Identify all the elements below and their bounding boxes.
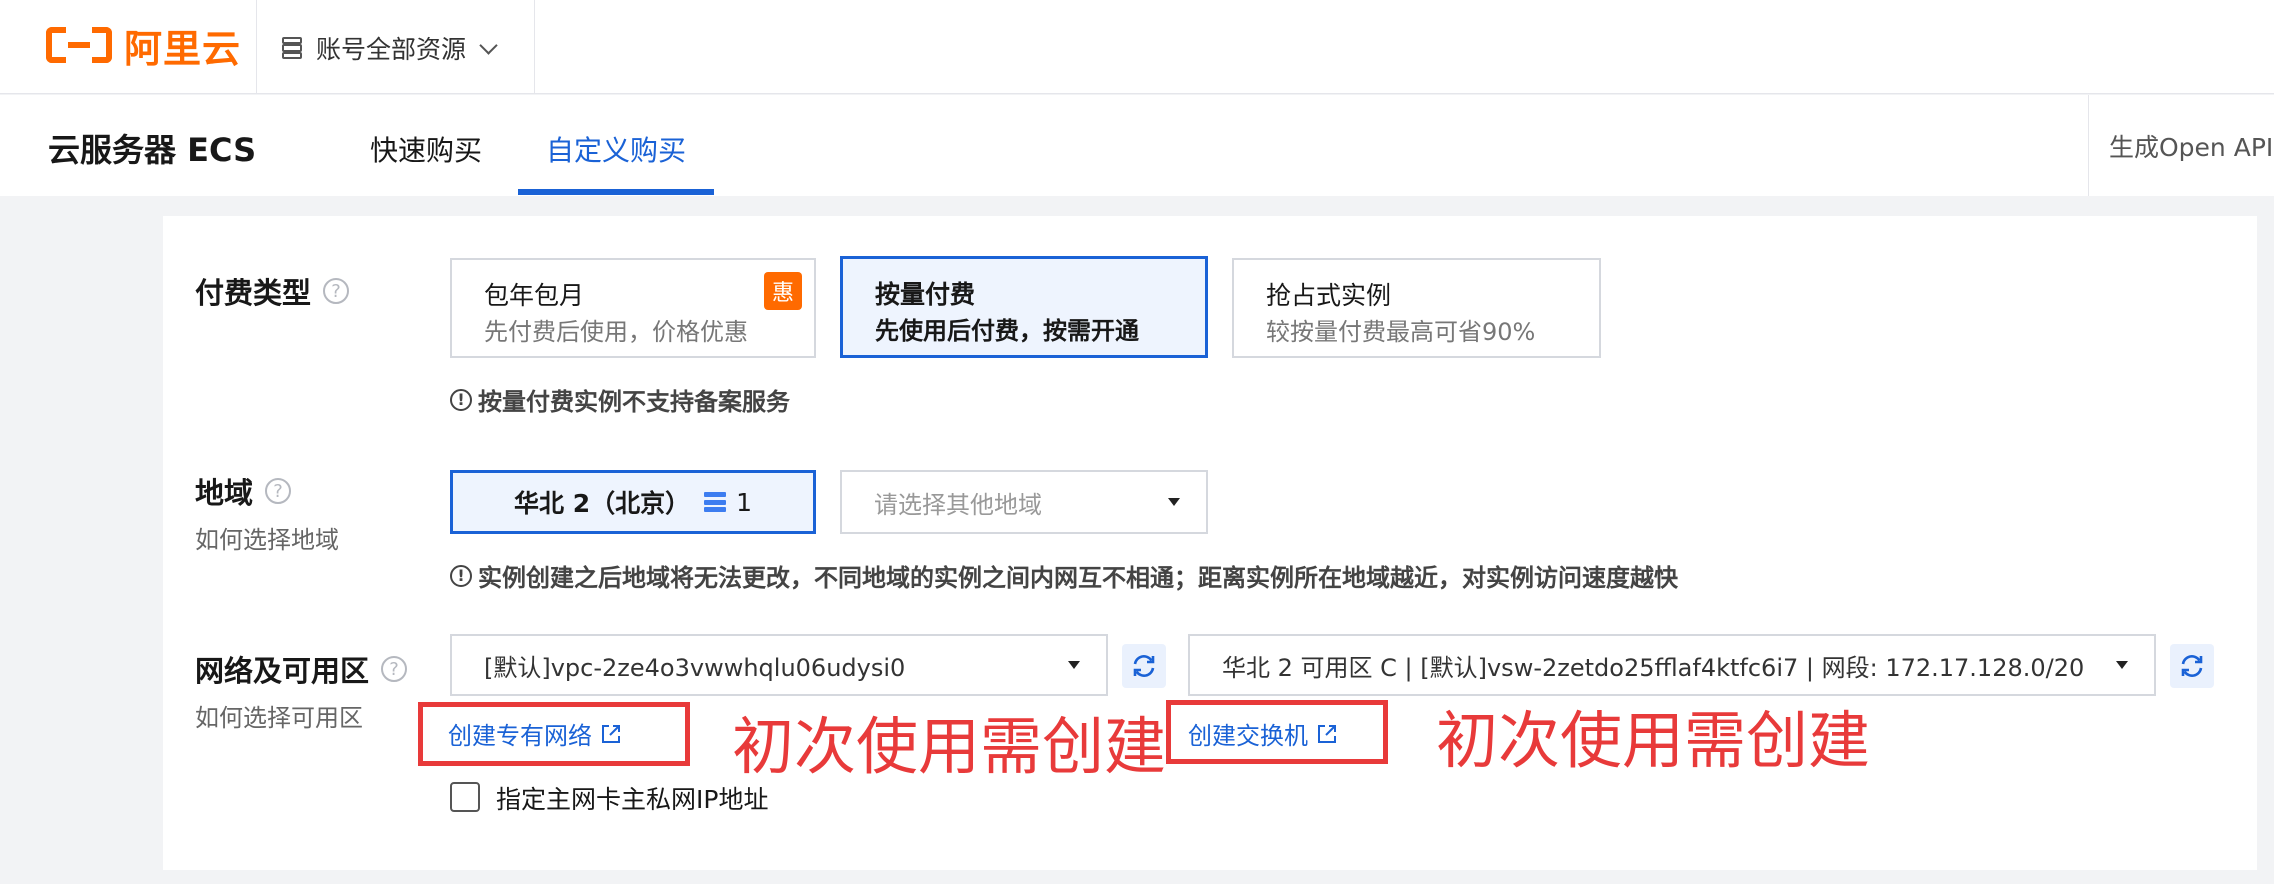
discount-badge: 惠	[764, 272, 802, 310]
create-vswitch-link[interactable]: 创建交换机	[1188, 716, 1338, 751]
help-icon[interactable]: ?	[381, 656, 408, 682]
billing-option-pay-as-you-go[interactable]: 按量付费 先使用后付费，按需开通	[840, 256, 1208, 358]
billing-note: ! 按量付费实例不支持备案服务	[450, 382, 790, 417]
annotation-text: 初次使用需创建	[732, 710, 1167, 783]
vswitch-select[interactable]: 华北 2 可用区 C | [默认]vsw-2zetdo25fflaf4ktfc6…	[1188, 634, 2156, 696]
product-header: 云服务器 ECS 快速购买 自定义购买 生成Open API最	[0, 95, 2274, 196]
other-region-select[interactable]: 请选择其他地域	[840, 470, 1208, 534]
account-label: 账号全部资源	[316, 35, 467, 64]
refresh-icon	[1133, 655, 1155, 677]
create-vswitch-text: 创建交换机	[1188, 722, 1308, 750]
divider	[534, 0, 535, 94]
option-title: 包年包月	[484, 281, 585, 310]
network-label: 网络及可用区 ?	[195, 648, 408, 690]
annotation-text: 初次使用需创建	[1436, 704, 1871, 777]
generate-openapi-button[interactable]: 生成Open API最	[2088, 95, 2274, 196]
page-title: 云服务器 ECS	[48, 131, 257, 169]
external-link-icon	[1318, 724, 1336, 743]
caret-down-icon	[1168, 498, 1180, 506]
tab-quick-buy[interactable]: 快速购买	[370, 129, 482, 169]
region-option-beijing[interactable]: 华北 2（北京） 1	[450, 470, 816, 534]
vswitch-select-value: 华北 2 可用区 C | [默认]vsw-2zetdo25fflaf4ktfc6…	[1222, 653, 2085, 682]
option-title: 按量付费	[875, 280, 976, 309]
region-count: 1	[736, 487, 752, 517]
vpc-select[interactable]: [默认]vpc-2ze4o3vwwhqlu06udysi0	[450, 634, 1108, 696]
how-to-choose-zone-link[interactable]: 如何选择可用区	[195, 698, 363, 733]
region-note: ! 实例创建之后地域将无法更改，不同地域的实例之间内网互不相通；距离实例所在地域…	[450, 558, 1678, 593]
specify-private-ip-checkbox[interactable]	[450, 782, 480, 812]
info-icon: !	[450, 564, 472, 587]
resource-stack-icon	[282, 37, 302, 59]
caret-down-icon	[2116, 661, 2128, 669]
region-note-text: 实例创建之后地域将无法更改，不同地域的实例之间内网互不相通；距离实例所在地域越近…	[478, 564, 1678, 592]
how-to-choose-region-link[interactable]: 如何选择地域	[195, 520, 339, 555]
create-vpc-text: 创建专有网络	[448, 722, 592, 750]
server-icon	[704, 492, 727, 512]
tab-custom-buy[interactable]: 自定义购买	[546, 129, 686, 169]
openapi-label: 生成Open API最	[2109, 132, 2274, 162]
help-icon[interactable]: ?	[265, 478, 292, 504]
active-tab-indicator	[518, 189, 714, 195]
caret-down-icon	[1068, 661, 1080, 669]
external-link-icon	[602, 724, 620, 743]
billing-type-text: 付费类型	[195, 276, 312, 310]
checkbox-label: 指定主网卡主私网IP地址	[496, 785, 769, 814]
logo-text: 阿里云	[124, 26, 242, 71]
top-navbar: 阿里云 账号全部资源	[0, 0, 2274, 94]
aliyun-logo[interactable]: 阿里云	[46, 22, 241, 71]
info-icon: !	[450, 388, 472, 411]
option-title: 抢占式实例	[1266, 281, 1392, 310]
option-desc: 较按量付费最高可省90%	[1266, 318, 1536, 346]
billing-note-text: 按量付费实例不支持备案服务	[478, 388, 790, 416]
create-vpc-link[interactable]: 创建专有网络	[448, 716, 622, 751]
aliyun-logo-icon	[46, 23, 112, 67]
help-icon[interactable]: ?	[323, 278, 350, 304]
network-text: 网络及可用区	[195, 654, 370, 688]
option-desc: 先使用后付费，按需开通	[875, 317, 1139, 345]
refresh-vswitch-button[interactable]	[2170, 644, 2214, 688]
divider	[256, 0, 257, 94]
billing-option-spot-instance[interactable]: 抢占式实例 较按量付费最高可省90%	[1232, 258, 1601, 358]
region-select-placeholder: 请选择其他地域	[874, 490, 1042, 519]
refresh-vpc-button[interactable]	[1122, 644, 1166, 688]
billing-option-subscription[interactable]: 包年包月 先付费后使用，价格优惠 惠	[450, 258, 816, 358]
refresh-icon	[2181, 655, 2203, 677]
option-desc: 先付费后使用，价格优惠	[484, 318, 748, 346]
region-text: 地域	[195, 476, 254, 510]
account-resource-switcher[interactable]: 账号全部资源	[282, 28, 498, 68]
region-label: 地域 ?	[195, 470, 292, 512]
billing-type-label: 付费类型 ?	[195, 270, 350, 312]
vpc-select-value: [默认]vpc-2ze4o3vwwhqlu06udysi0	[484, 653, 906, 682]
chevron-down-icon	[479, 35, 498, 55]
region-name: 华北 2（北京）	[513, 489, 691, 518]
